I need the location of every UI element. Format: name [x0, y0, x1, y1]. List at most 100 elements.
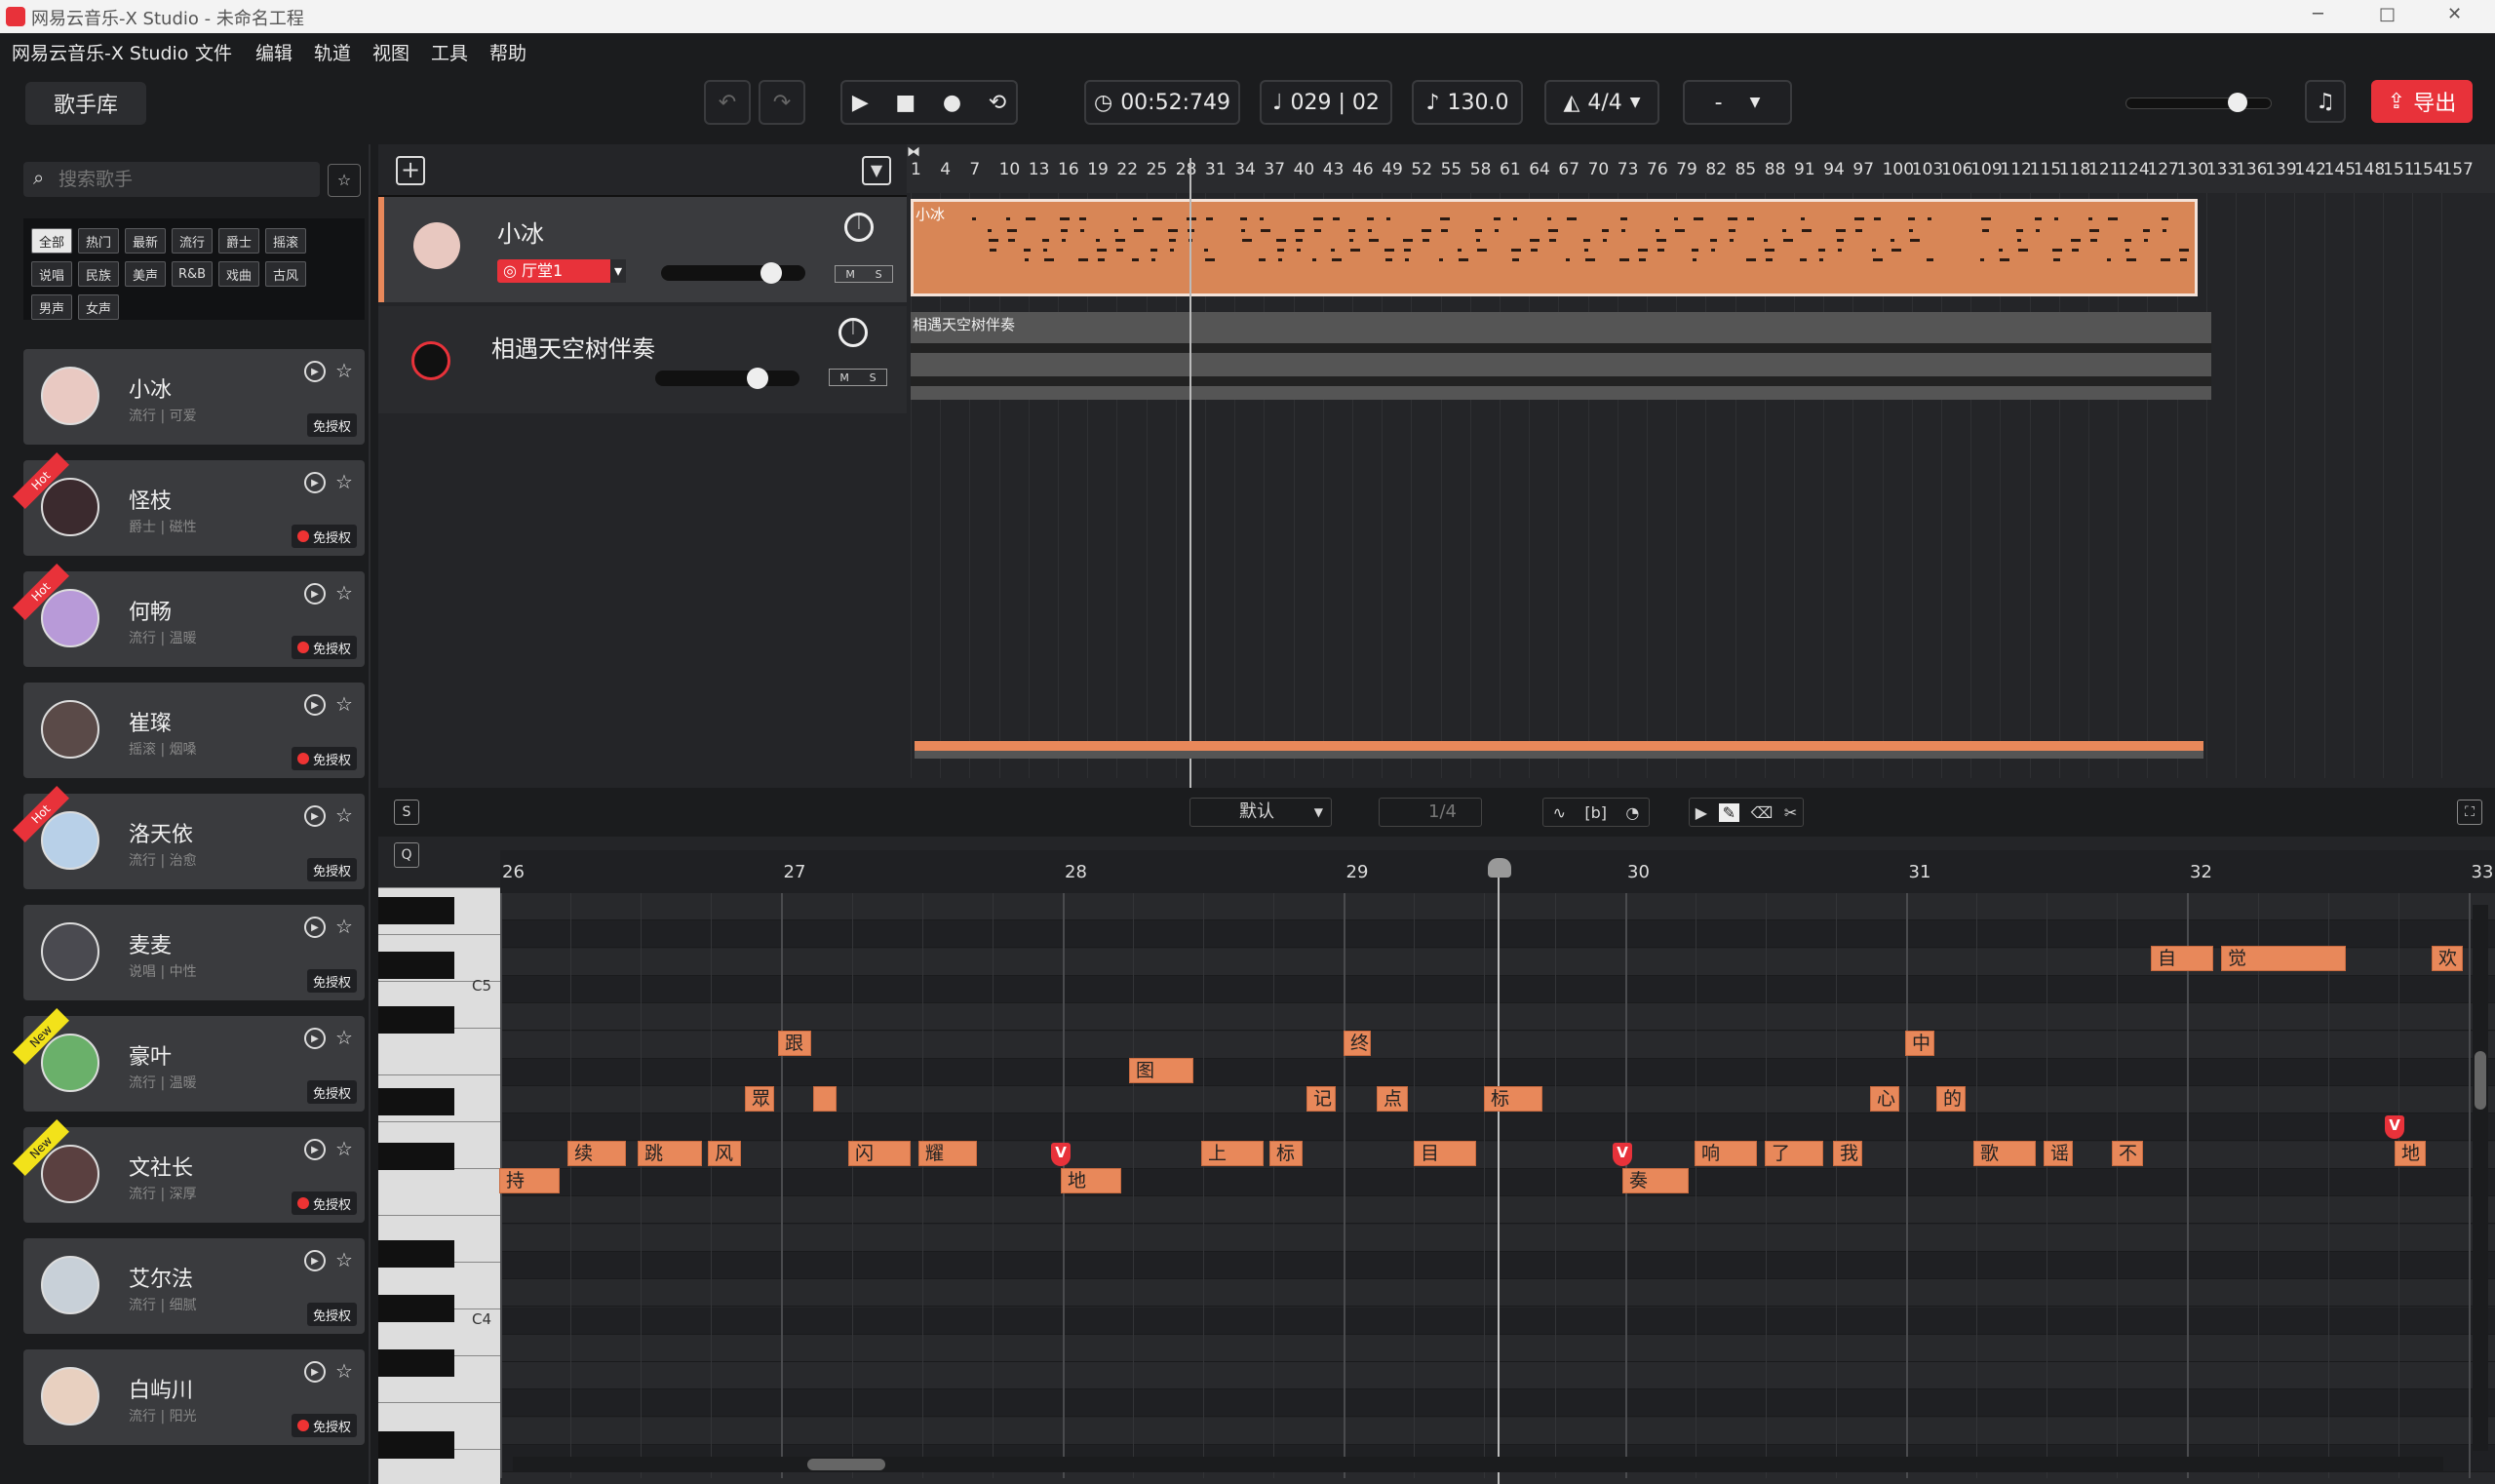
undo-button[interactable]: ↶ — [704, 80, 751, 125]
vertical-scrollbar[interactable] — [2473, 905, 2488, 1451]
preview-play-button[interactable]: ▶ — [304, 694, 326, 716]
preview-play-button[interactable]: ▶ — [304, 805, 326, 827]
favorite-star-icon[interactable]: ☆ — [335, 1137, 353, 1160]
overview-bar[interactable] — [915, 741, 2203, 751]
select-tool-icon[interactable]: ▶ — [1696, 803, 1707, 822]
horizontal-scroll-thumb[interactable] — [807, 1459, 885, 1470]
note-block[interactable]: 了 — [1765, 1141, 1823, 1166]
eraser-tool-icon[interactable]: ⌫ — [1751, 803, 1774, 822]
score-button[interactable]: ♫ — [2305, 80, 2346, 123]
menu-track[interactable]: 轨道 — [314, 39, 351, 65]
bracket-icon[interactable]: [b] — [1584, 803, 1607, 822]
favorite-star-icon[interactable]: ☆ — [335, 1248, 353, 1271]
timeline-ruler[interactable]: ⧓ 1 4 7 10 13 16 19 22 25 28 31 34 37 40 43 46 49 52 55 58 61… — [907, 144, 2495, 193]
mute-button[interactable]: M — [839, 371, 849, 384]
singer-card[interactable]: 崔璨 摇滚 | 烟嗓 ▶ ☆ 免授权 — [23, 683, 365, 778]
note-block[interactable]: 奏 — [1622, 1168, 1689, 1193]
note-block[interactable]: 标 — [1484, 1086, 1542, 1112]
pan-knob[interactable]: │ — [844, 213, 874, 242]
favorite-star-icon[interactable]: ☆ — [335, 359, 353, 382]
black-key[interactable] — [378, 1431, 454, 1459]
filter-chip[interactable]: 摇滚 — [265, 228, 306, 254]
note-block[interactable]: 不 — [2112, 1141, 2143, 1166]
singer-card[interactable]: 豪叶 流行 | 温暖 ▶ ☆ 免授权 New — [13, 1008, 365, 1112]
note-block[interactable]: 持 — [499, 1168, 560, 1193]
vibrato-marker[interactable]: V — [1051, 1143, 1071, 1166]
arrangement-view[interactable]: ⧓ 1 4 7 10 13 16 19 22 25 28 31 34 37 40 43 46 49 52 55 58 61… — [907, 144, 2495, 788]
black-key[interactable] — [378, 1349, 454, 1377]
reverb-preset-select[interactable]: ◎ 厅堂1 ▾ — [497, 259, 626, 283]
preview-play-button[interactable]: ▶ — [304, 1139, 326, 1160]
favorite-star-icon[interactable]: ☆ — [335, 470, 353, 493]
key-select[interactable]: - ▼ — [1683, 80, 1792, 125]
menu-tools[interactable]: 工具 — [431, 39, 468, 65]
note-block[interactable]: 目 — [1414, 1141, 1476, 1166]
vibrato-marker[interactable]: V — [2385, 1115, 2404, 1139]
singer-card[interactable]: 麦麦 说唱 | 中性 ▶ ☆ 免授权 — [23, 905, 365, 1000]
preview-play-button[interactable]: ▶ — [304, 472, 326, 493]
piano-roll[interactable]: Q 26 27 28 29 30 31 32 33 C5 C4 持续跳风跟眾闪耀地图上标记终点目标奏… — [378, 837, 2495, 1484]
grid-select[interactable]: 1/4 — [1379, 798, 1482, 827]
filter-chip[interactable]: 最新 — [125, 228, 166, 254]
note-block[interactable]: 记 — [1306, 1086, 1336, 1112]
menu-view[interactable]: 视图 — [372, 39, 409, 65]
note-block[interactable]: 谣 — [2044, 1141, 2073, 1166]
black-key[interactable] — [378, 1295, 454, 1322]
q-button[interactable]: Q — [394, 842, 419, 868]
note-block[interactable]: 自 — [2151, 946, 2213, 971]
note-block[interactable]: 耀 — [918, 1141, 977, 1166]
preview-play-button[interactable]: ▶ — [304, 583, 326, 605]
time-display[interactable]: ◷ 00:52:749 — [1084, 80, 1240, 125]
vocal-clip[interactable]: 小冰 — [911, 199, 2198, 296]
note-block[interactable] — [813, 1086, 837, 1112]
track-volume-slider[interactable] — [661, 262, 805, 284]
fullscreen-button[interactable]: ⛶ — [2457, 800, 2482, 825]
menu-edit[interactable]: 编辑 — [255, 39, 292, 65]
favorites-button[interactable]: ☆ — [328, 164, 361, 197]
beat-display[interactable]: ♩ 029 | 02 — [1260, 80, 1392, 125]
export-button[interactable]: ⇪ 导出 — [2371, 80, 2473, 123]
close-button[interactable]: ✕ — [2447, 4, 2462, 24]
editor-playhead[interactable] — [1498, 866, 1500, 1484]
search-box[interactable]: ⌕ — [23, 162, 320, 197]
note-block[interactable]: 跳 — [638, 1141, 702, 1166]
vocal-preset-select[interactable]: 默认 ▼ — [1189, 798, 1332, 827]
filter-chip[interactable]: 说唱 — [31, 261, 72, 287]
pan-knob[interactable]: │ — [838, 318, 868, 347]
note-block[interactable]: 上 — [1201, 1141, 1264, 1166]
note-block[interactable]: 风 — [708, 1141, 741, 1166]
note-block[interactable]: 觉 — [2221, 946, 2346, 971]
favorite-star-icon[interactable]: ☆ — [335, 581, 353, 605]
meter-select[interactable]: ◭ 4/4 ▼ — [1544, 80, 1659, 125]
filter-chip[interactable]: 古风 — [265, 261, 306, 287]
mute-solo[interactable]: MS — [835, 265, 893, 283]
preview-play-button[interactable]: ▶ — [304, 1028, 326, 1049]
loop-icon[interactable]: ⟲ — [989, 91, 1006, 115]
preview-play-button[interactable]: ▶ — [304, 917, 326, 938]
note-block[interactable]: 跟 — [778, 1031, 811, 1056]
menu-app[interactable]: 网易云音乐-X Studio — [12, 39, 188, 65]
playhead[interactable] — [1189, 158, 1191, 788]
note-block[interactable]: 欢 — [2432, 946, 2463, 971]
add-track-button[interactable]: + — [396, 156, 425, 185]
accompaniment-clip[interactable]: 相遇天空树伴奏 — [911, 312, 2211, 400]
black-key[interactable] — [378, 1240, 454, 1268]
loop-range-marker[interactable]: ⧓ — [907, 144, 942, 160]
menu-help[interactable]: 帮助 — [489, 39, 526, 65]
mute-button[interactable]: M — [845, 268, 855, 281]
track-accompaniment[interactable]: 相遇天空树伴奏 │ MS — [378, 306, 907, 413]
singer-card[interactable]: 文社长 流行 | 深厚 ▶ ☆ 免授权 New — [13, 1119, 365, 1223]
note-block[interactable]: 地 — [1061, 1168, 1121, 1193]
filter-chip[interactable]: 男声 — [31, 294, 72, 320]
black-key[interactable] — [378, 897, 454, 924]
black-key[interactable] — [378, 1088, 454, 1115]
gauge-icon[interactable]: ◔ — [1625, 803, 1639, 822]
black-key[interactable] — [378, 1006, 454, 1034]
singer-card[interactable]: 白屿川 流行 | 阳光 ▶ ☆ 免授权 — [23, 1349, 365, 1445]
filter-chip[interactable]: 全部 — [31, 228, 72, 254]
filter-chip[interactable]: 戏曲 — [218, 261, 259, 287]
scissors-tool-icon[interactable]: ✂ — [1784, 803, 1797, 822]
solo-button[interactable]: S — [876, 268, 882, 281]
favorite-star-icon[interactable]: ☆ — [335, 1359, 353, 1383]
preview-play-button[interactable]: ▶ — [304, 1361, 326, 1383]
